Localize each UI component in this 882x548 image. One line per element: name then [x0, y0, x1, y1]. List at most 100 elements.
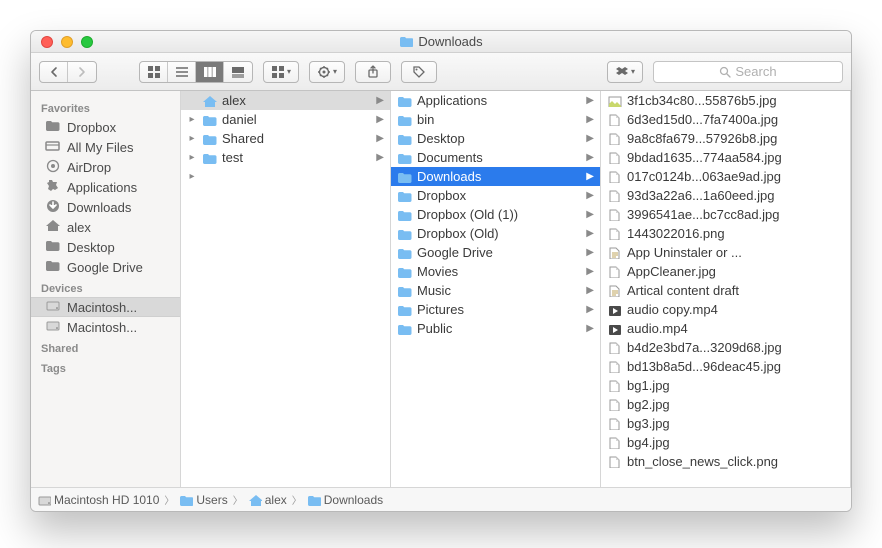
breadcrumb-label: Downloads — [324, 493, 383, 507]
view-icon-button[interactable] — [140, 62, 168, 82]
column-3[interactable]: 3f1cb34c80...55876b5.jpg 6d3ed15d0...7fa7… — [601, 91, 851, 487]
close-button[interactable] — [41, 36, 53, 48]
sidebar-item-applications[interactable]: Applications — [31, 177, 180, 197]
breadcrumb[interactable]: Downloads — [307, 493, 383, 507]
back-button[interactable] — [40, 62, 68, 82]
list-item[interactable]: b4d2e3bd7a...3209d68.jpg — [601, 338, 850, 357]
chevron-right-icon: ▶ — [586, 190, 596, 201]
list-item[interactable]: Pictures▶ — [391, 300, 600, 319]
list-item[interactable]: Downloads▶ — [391, 167, 600, 186]
list-item[interactable]: ▸ — [181, 167, 390, 186]
arrange-dropdown[interactable]: ▾ — [263, 61, 299, 83]
action-dropdown[interactable]: ▾ — [309, 61, 345, 83]
list-item[interactable]: ▸Shared▶ — [181, 129, 390, 148]
list-item[interactable]: bin▶ — [391, 110, 600, 129]
minimize-button[interactable] — [61, 36, 73, 48]
view-list-button[interactable] — [168, 62, 196, 82]
view-column-button[interactable] — [196, 62, 224, 82]
breadcrumb[interactable]: Macintosh HD 1010 — [37, 493, 159, 507]
list-item[interactable]: 3f1cb34c80...55876b5.jpg — [601, 91, 850, 110]
tags-button[interactable] — [401, 61, 437, 83]
forward-button[interactable] — [68, 62, 96, 82]
list-item[interactable]: Google Drive▶ — [391, 243, 600, 262]
sidebar-item-desktop[interactable]: Desktop — [31, 237, 180, 257]
list-item-label: daniel — [222, 112, 257, 127]
list-item[interactable]: 1443022016.png — [601, 224, 850, 243]
zoom-button[interactable] — [81, 36, 93, 48]
view-buttons — [139, 61, 253, 83]
list-item[interactable]: 93d3a22a6...1a60eed.jpg — [601, 186, 850, 205]
chevron-right-icon: ▶ — [586, 266, 596, 277]
list-item[interactable]: ▸daniel▶ — [181, 110, 390, 129]
breadcrumb-label: alex — [265, 493, 287, 507]
column-2[interactable]: Applications▶bin▶Desktop▶Documents▶Downl… — [391, 91, 601, 487]
dropbox-dropdown[interactable]: ▾ — [607, 61, 643, 83]
list-item[interactable]: bg4.jpg — [601, 433, 850, 452]
folder-icon — [397, 152, 412, 164]
sidebar-item-dropbox[interactable]: Dropbox — [31, 117, 180, 137]
list-item-label: bg2.jpg — [627, 397, 670, 412]
titlebar: Downloads — [31, 31, 851, 53]
list-item[interactable]: Artical content draft — [601, 281, 850, 300]
list-item[interactable]: Movies▶ — [391, 262, 600, 281]
list-item[interactable]: bg2.jpg — [601, 395, 850, 414]
list-item[interactable]: Dropbox (Old)▶ — [391, 224, 600, 243]
sidebar-item-google-drive[interactable]: Google Drive — [31, 257, 180, 277]
list-item[interactable]: audio.mp4 — [601, 319, 850, 338]
list-item[interactable]: audio copy.mp4 — [601, 300, 850, 319]
sidebar-item-label: AirDrop — [67, 160, 111, 175]
list-item[interactable]: Dropbox (Old (1))▶ — [391, 205, 600, 224]
list-item[interactable]: ▸test▶ — [181, 148, 390, 167]
share-button[interactable] — [355, 61, 391, 83]
apps-icon — [45, 179, 61, 195]
list-item[interactable]: Applications▶ — [391, 91, 600, 110]
list-item[interactable]: Desktop▶ — [391, 129, 600, 148]
list-item[interactable]: 9bdad1635...774aa584.jpg — [601, 148, 850, 167]
sidebar-item-all-my-files[interactable]: All My Files — [31, 137, 180, 157]
list-item[interactable]: 3996541ae...bc7cc8ad.jpg — [601, 205, 850, 224]
media-icon — [607, 323, 622, 335]
sidebar-header: Tags — [31, 357, 180, 377]
list-item[interactable]: bd13b8a5d...96deac45.jpg — [601, 357, 850, 376]
list-item[interactable]: Dropbox▶ — [391, 186, 600, 205]
file-icon — [607, 399, 622, 411]
list-item-label: App Uninstaler or ... — [627, 245, 742, 260]
sidebar-item-label: Macintosh... — [67, 300, 137, 315]
list-item[interactable]: bg3.jpg — [601, 414, 850, 433]
sidebar-item-macintosh-[interactable]: Macintosh... — [31, 297, 180, 317]
list-item[interactable]: btn_close_news_click.png — [601, 452, 850, 471]
breadcrumb[interactable]: Users — [179, 493, 227, 507]
list-item[interactable]: 6d3ed15d0...7fa7400a.jpg — [601, 110, 850, 129]
list-item-label: Shared — [222, 131, 264, 146]
sidebar-item-downloads[interactable]: Downloads — [31, 197, 180, 217]
list-item[interactable]: Public▶ — [391, 319, 600, 338]
list-item[interactable]: Music▶ — [391, 281, 600, 300]
list-item-label: 6d3ed15d0...7fa7400a.jpg — [627, 112, 778, 127]
breadcrumb[interactable]: alex — [248, 493, 287, 507]
sidebar-item-macintosh-[interactable]: Macintosh... — [31, 317, 180, 337]
list-item[interactable]: AppCleaner.jpg — [601, 262, 850, 281]
view-coverflow-button[interactable] — [224, 62, 252, 82]
list-item-label: 017c0124b...063ae9ad.jpg — [627, 169, 781, 184]
list-item[interactable]: Documents▶ — [391, 148, 600, 167]
file-icon — [607, 418, 622, 430]
file-icon — [607, 133, 622, 145]
list-item[interactable]: bg1.jpg — [601, 376, 850, 395]
sidebar-item-airdrop[interactable]: AirDrop — [31, 157, 180, 177]
list-item[interactable]: 017c0124b...063ae9ad.jpg — [601, 167, 850, 186]
file-icon — [607, 437, 622, 449]
column-1[interactable]: alex▶▸daniel▶▸Shared▶▸test▶▸ — [181, 91, 391, 487]
sidebar-header: Devices — [31, 277, 180, 297]
finder-window: Downloads ▾ ▾ ▾ — [30, 30, 852, 512]
list-item[interactable]: App Uninstaler or ... — [601, 243, 850, 262]
chevron-right-icon: ▶ — [376, 114, 386, 125]
list-item[interactable]: 9a8c8fa679...57926b8.jpg — [601, 129, 850, 148]
search-input[interactable]: Search — [653, 61, 843, 83]
file-icon — [607, 266, 622, 278]
list-item[interactable]: alex▶ — [181, 91, 390, 110]
sidebar-item-alex[interactable]: alex — [31, 217, 180, 237]
list-item-label: 9a8c8fa679...57926b8.jpg — [627, 131, 777, 146]
down-icon — [45, 199, 61, 215]
list-item-label: Applications — [417, 93, 487, 108]
file-icon — [607, 114, 622, 126]
